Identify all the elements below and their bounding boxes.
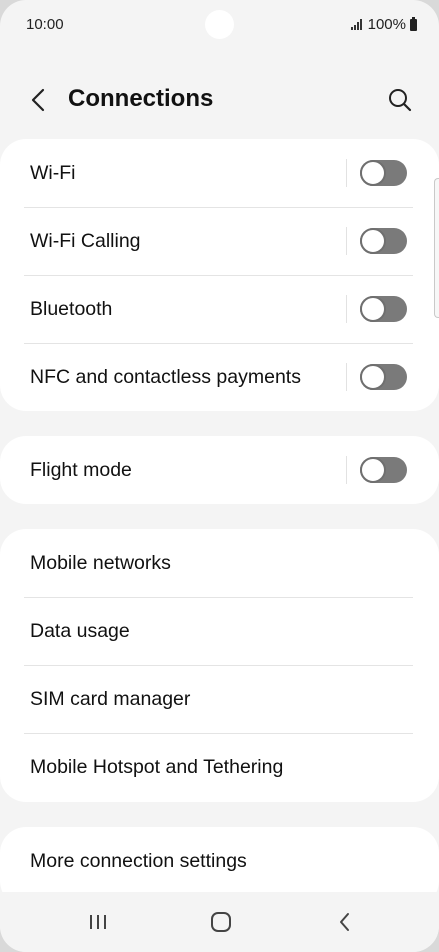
bluetooth-row[interactable]: Bluetooth (0, 275, 439, 343)
divider (346, 295, 347, 323)
status-time: 10:00 (26, 16, 64, 33)
search-icon[interactable] (386, 86, 414, 114)
divider (346, 456, 347, 484)
divider (346, 227, 347, 255)
toggle-knob (360, 296, 386, 322)
toggle-knob (360, 457, 386, 483)
row-label: Mobile Hotspot and Tethering (30, 756, 284, 778)
sim-card-manager-row[interactable]: SIM card manager (0, 665, 439, 733)
row-label: More connection settings (30, 850, 247, 872)
row-label: SIM card manager (30, 688, 191, 710)
row-label: Mobile networks (30, 552, 171, 574)
header: Connections (0, 72, 439, 128)
wifi-calling-toggle[interactable] (360, 228, 407, 254)
row-label: Data usage (30, 620, 130, 642)
nfc-toggle[interactable] (360, 364, 407, 390)
connections-group-1: Wi-Fi Wi-Fi Calling Bluetooth NFC and co… (0, 139, 439, 411)
battery-percent: 100% (367, 16, 406, 33)
wifi-calling-row[interactable]: Wi-Fi Calling (0, 207, 439, 275)
status-right: 100% (350, 16, 417, 33)
mobile-networks-row[interactable]: Mobile networks (0, 529, 439, 597)
row-label: NFC and contactless payments (30, 366, 301, 388)
home-icon[interactable] (206, 910, 236, 934)
row-label: Wi-Fi (30, 162, 76, 184)
scrollbar[interactable] (434, 178, 439, 318)
navigation-bar (0, 892, 439, 952)
row-label: Bluetooth (30, 298, 113, 320)
more-connection-settings-row[interactable]: More connection settings (0, 827, 439, 895)
row-label: Flight mode (30, 459, 132, 481)
wifi-toggle[interactable] (360, 160, 407, 186)
nfc-row[interactable]: NFC and contactless payments (0, 343, 439, 411)
back-icon[interactable] (330, 910, 360, 934)
toggle-knob (360, 160, 386, 186)
toggle-knob (360, 228, 386, 254)
phone-screen: 10:00 100% Connections Wi-Fi Wi-Fi Calli… (0, 0, 439, 952)
data-usage-row[interactable]: Data usage (0, 597, 439, 665)
recent-apps-icon[interactable] (83, 910, 113, 934)
connections-group-3: Mobile networks Data usage SIM card mana… (0, 529, 439, 802)
battery-icon (410, 16, 417, 31)
row-label: Wi-Fi Calling (30, 230, 141, 252)
toggle-knob (360, 364, 386, 390)
camera-cutout (205, 10, 234, 39)
hotspot-tethering-row[interactable]: Mobile Hotspot and Tethering (0, 733, 439, 802)
page-title: Connections (68, 85, 214, 112)
flight-mode-row[interactable]: Flight mode (0, 436, 439, 504)
divider (346, 159, 347, 187)
wifi-row[interactable]: Wi-Fi (0, 139, 439, 207)
divider (346, 363, 347, 391)
bluetooth-toggle[interactable] (360, 296, 407, 322)
status-bar: 10:00 100% (0, 0, 439, 52)
flight-mode-toggle[interactable] (360, 457, 407, 483)
chevron-left-icon[interactable] (26, 86, 52, 114)
connections-group-2: Flight mode (0, 436, 439, 504)
signal-icon (350, 19, 362, 30)
